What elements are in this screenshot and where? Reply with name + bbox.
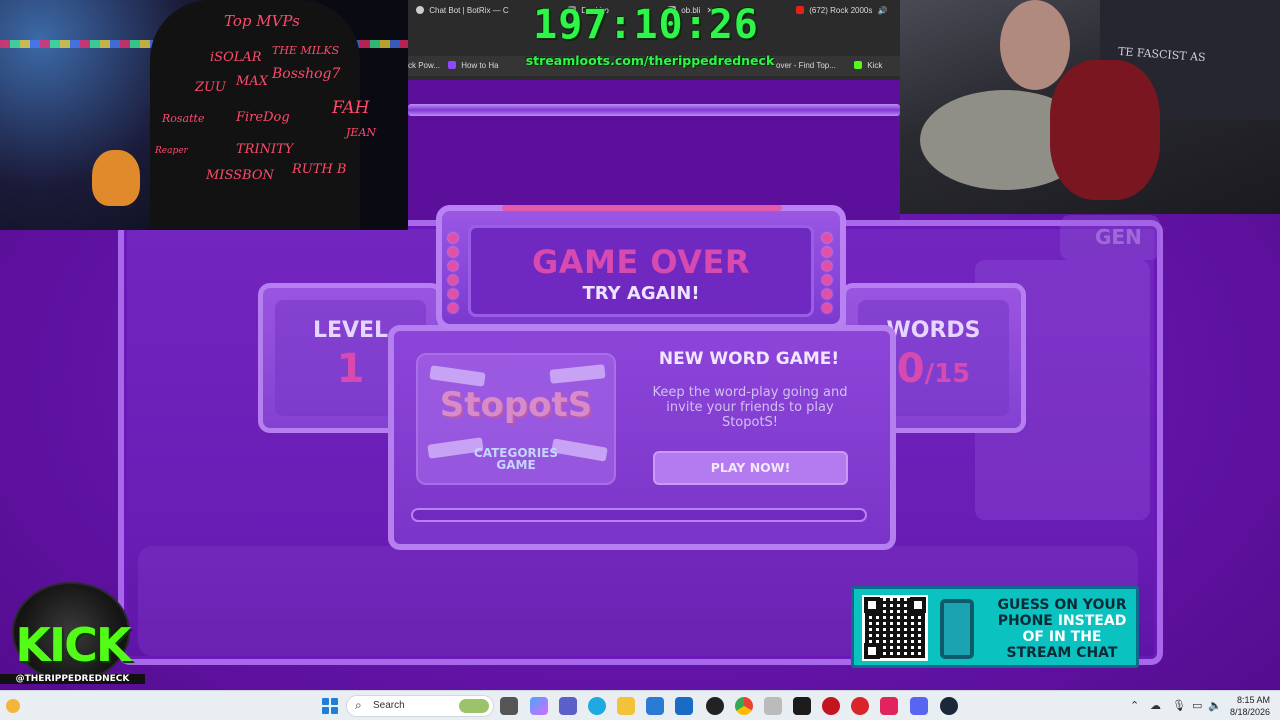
kick-icon bbox=[854, 61, 862, 69]
chair-name: Rosatte bbox=[162, 112, 205, 125]
tab-label: (672) Rock 2000s bbox=[809, 6, 873, 15]
edge-icon[interactable] bbox=[588, 697, 606, 715]
chair-name: THE MILKS bbox=[272, 44, 340, 57]
header-accent bbox=[502, 205, 782, 211]
chair-name: Top MVPs bbox=[224, 12, 300, 30]
chair-name: ZUU bbox=[195, 80, 226, 95]
progress-bar bbox=[411, 508, 867, 522]
gta-icon[interactable] bbox=[851, 697, 869, 715]
game-over-title: GAME OVER bbox=[532, 243, 750, 281]
qr-line: STREAM CHAT bbox=[1006, 645, 1118, 661]
terminal-icon[interactable] bbox=[793, 697, 811, 715]
chair-name: RUTH B bbox=[292, 162, 347, 177]
qr-line: GUESS ON YOUR bbox=[997, 597, 1127, 613]
tool-icon[interactable] bbox=[764, 697, 782, 715]
tab-label: Chat Bot | BotRix — C bbox=[429, 6, 509, 15]
try-again-text: TRY AGAIN! bbox=[582, 283, 700, 304]
promo-title: NEW WORD GAME! bbox=[658, 349, 840, 369]
clock-date: 8/18/2026 bbox=[1229, 707, 1270, 717]
stream-timer: 197:10:26 bbox=[533, 2, 759, 48]
twitch-icon bbox=[448, 61, 456, 69]
chair-name: JEAN bbox=[346, 126, 377, 139]
volume-icon[interactable]: 🔈 bbox=[1208, 699, 1222, 712]
qr-corner bbox=[910, 597, 926, 613]
page-top bbox=[408, 80, 900, 220]
chair-name: MAX bbox=[236, 74, 268, 89]
qr-line: INSTEAD bbox=[1057, 613, 1127, 629]
phone-icon bbox=[940, 599, 974, 659]
chrome-icon[interactable] bbox=[735, 697, 753, 715]
search-highlight-icon bbox=[459, 699, 489, 713]
search-icon: ⌕ bbox=[355, 698, 362, 712]
youtube-icon bbox=[796, 6, 804, 14]
qr-overlay: GUESS ON YOUR PHONE INSTEAD OF IN THE ST… bbox=[851, 586, 1139, 668]
steam-icon[interactable] bbox=[940, 697, 958, 715]
task-view-icon[interactable] bbox=[500, 697, 518, 715]
play-now-button[interactable]: PLAY NOW! bbox=[653, 451, 848, 485]
stopots-promo-image[interactable]: StopotS CATEGORIES GAME bbox=[416, 353, 616, 485]
streamloots-url: streamloots.com/therippedredneck bbox=[525, 53, 775, 68]
store-icon[interactable] bbox=[646, 697, 664, 715]
record-icon[interactable] bbox=[822, 697, 840, 715]
webcam-right: TE FASCIST AS bbox=[900, 0, 1280, 214]
chair-name: FAH bbox=[332, 98, 370, 118]
microphone-icon[interactable]: 🎙 bbox=[1172, 699, 1186, 712]
person bbox=[1000, 0, 1070, 90]
game-over-header: GAME OVER TRY AGAIN! bbox=[436, 205, 846, 330]
discord-icon[interactable] bbox=[910, 697, 928, 715]
qr-corner bbox=[864, 643, 880, 659]
categories-label: CATEGORIES GAME bbox=[418, 447, 614, 471]
bookmark-label: Kick bbox=[867, 61, 883, 70]
chair-name: FireDog bbox=[236, 110, 290, 125]
bookmark-item[interactable]: Kick bbox=[854, 61, 882, 70]
windows-start-icon[interactable] bbox=[322, 698, 338, 714]
teams-icon[interactable] bbox=[559, 697, 577, 715]
chair-name: Bosshog7 bbox=[272, 66, 341, 82]
bookmark-item[interactable]: ck Pow... bbox=[408, 61, 440, 70]
chair-name: iSOLAR bbox=[210, 50, 262, 65]
side-card-title: GEN bbox=[1060, 215, 1160, 260]
taskbar-search[interactable]: ⌕ Search bbox=[346, 695, 494, 717]
bookmark-label: ck Pow... bbox=[408, 61, 441, 70]
words-total: /15 bbox=[924, 359, 971, 389]
audio-icon[interactable] bbox=[880, 697, 898, 715]
qr-line: PHONE bbox=[997, 613, 1053, 629]
kick-channel-logo: KICK @THERIPPEDREDNECK bbox=[0, 582, 145, 690]
weather-icon[interactable] bbox=[6, 699, 20, 713]
taskbar-clock[interactable]: 8:15 AM 8/18/2026 bbox=[1222, 694, 1270, 718]
qr-corner bbox=[864, 597, 880, 613]
chair-name: Reaper bbox=[155, 146, 188, 156]
red-pillow bbox=[1050, 60, 1160, 200]
promo-body: Keep the word-play going and invite your… bbox=[652, 385, 848, 430]
display-icon[interactable]: ▭ bbox=[1192, 699, 1202, 712]
kick-wordmark: KICK bbox=[15, 618, 131, 672]
chevron-up-icon[interactable]: ⌃ bbox=[1130, 699, 1139, 712]
botrix-icon bbox=[416, 6, 424, 14]
clock-time: 8:15 AM bbox=[1236, 695, 1270, 705]
cloud-icon[interactable]: ☁ bbox=[1150, 699, 1161, 712]
webcam-left: Top MVPs iSOLAR THE MILKS ZUU MAX Bossho… bbox=[0, 0, 408, 230]
chair-name: MISSBON bbox=[206, 168, 274, 183]
windows-taskbar: ⌕ Search ⌃ ☁ 🎙 ▭ 🔈 8:15 AM 8/18/2026 bbox=[0, 690, 1280, 720]
qr-line: OF IN THE bbox=[1022, 629, 1102, 645]
stopots-logo: StopotS bbox=[439, 385, 593, 425]
browser-tab[interactable]: (672) Rock 2000s 🔊 bbox=[796, 6, 896, 22]
copilot-icon[interactable] bbox=[530, 697, 548, 715]
game-line: GAME bbox=[496, 458, 536, 472]
search-label: Search bbox=[373, 700, 405, 711]
words-count: 0 bbox=[896, 346, 925, 392]
speaker-icon[interactable]: 🔊 bbox=[878, 6, 888, 15]
ribbon bbox=[429, 365, 486, 387]
page-rail bbox=[408, 104, 900, 116]
ribbon bbox=[549, 364, 606, 384]
qr-message: GUESS ON YOUR PHONE INSTEAD OF IN THE ST… bbox=[992, 597, 1132, 661]
kick-handle: @THERIPPEDREDNECK bbox=[0, 674, 145, 684]
folder-icon[interactable] bbox=[617, 697, 635, 715]
qr-code[interactable] bbox=[862, 595, 928, 661]
game-over-modal: LEVEL 1 WORDS 0/15 GAME OVER TRY AGAIN! … bbox=[258, 205, 1026, 555]
mascot-figure bbox=[92, 150, 140, 206]
outlook-icon[interactable] bbox=[675, 697, 693, 715]
chair-name: TRINITY bbox=[236, 142, 294, 157]
obs-icon[interactable] bbox=[706, 697, 724, 715]
